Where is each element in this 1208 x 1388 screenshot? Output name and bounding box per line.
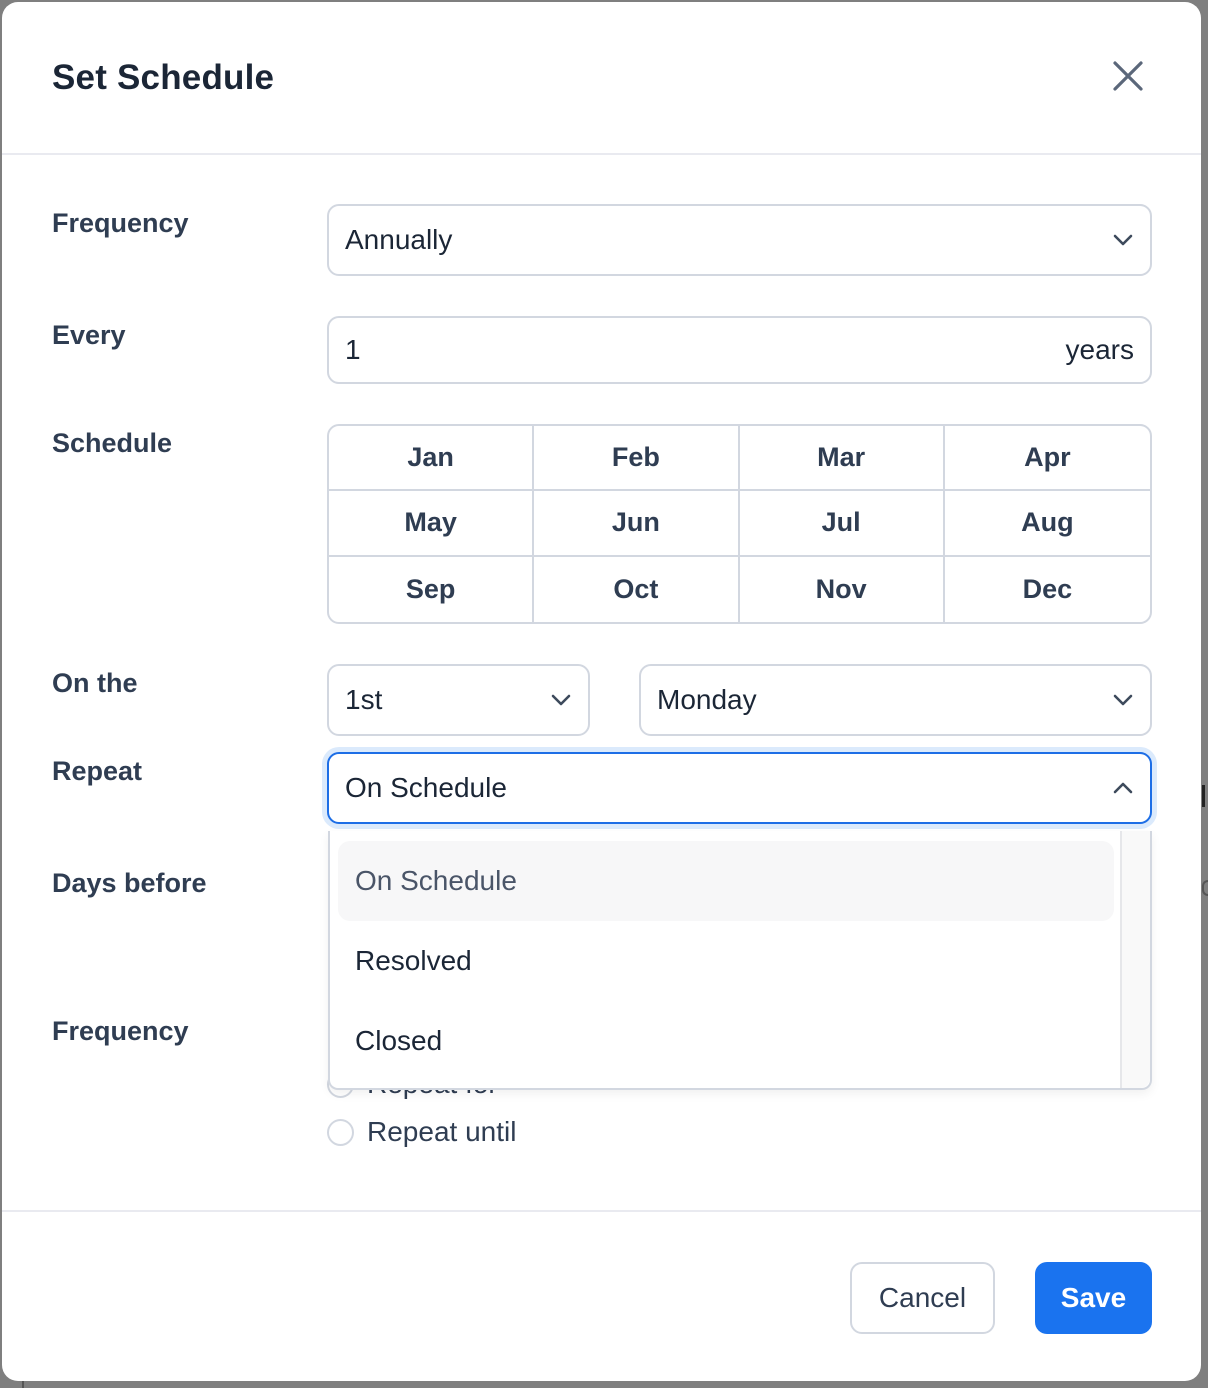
every-value: 1 (345, 334, 361, 365)
repeat-dropdown-menu: On Schedule Resolved Closed (328, 831, 1152, 1090)
month-aug[interactable]: Aug (944, 491, 1150, 557)
modal-footer: Cancel Save (2, 1210, 1201, 1381)
modal-title: Set Schedule (52, 58, 275, 97)
month-grid: Jan Feb Mar Apr May Jun Jul Aug Sep Oct … (327, 424, 1152, 624)
modal-header: Set Schedule (2, 2, 1201, 155)
backdrop-artifact (1202, 880, 1208, 896)
every-label: Every (52, 320, 126, 350)
repeat-select[interactable]: On Schedule (327, 752, 1152, 824)
chevron-down-icon (1112, 693, 1134, 707)
month-dec[interactable]: Dec (945, 557, 1150, 622)
option-closed[interactable]: Closed (338, 1001, 1114, 1081)
save-button[interactable]: Save (1035, 1262, 1152, 1334)
repeat-label: Repeat (52, 756, 143, 786)
close-button[interactable] (1108, 56, 1148, 96)
repeat-value: On Schedule (345, 772, 507, 803)
month-apr[interactable]: Apr (944, 426, 1150, 492)
radio-circle[interactable] (327, 1118, 354, 1146)
every-input[interactable]: 1 years (327, 316, 1152, 384)
cancel-button[interactable]: Cancel (850, 1262, 995, 1334)
month-feb[interactable]: Feb (534, 426, 740, 492)
month-oct[interactable]: Oct (534, 556, 740, 622)
frequency-label: Frequency (52, 208, 189, 238)
on-the-label: On the (52, 668, 138, 698)
radio-repeat-until[interactable]: Repeat until (327, 1116, 516, 1148)
end-frequency-label: Frequency (52, 1016, 189, 1046)
option-on-schedule[interactable]: On Schedule (338, 841, 1114, 921)
ordinal-select[interactable]: 1st (327, 664, 590, 736)
backdrop-artifact (22, 1380, 24, 1388)
every-unit-suffix: years (1065, 334, 1134, 365)
chevron-down-icon (1112, 233, 1134, 247)
frequency-select[interactable]: Annually (327, 204, 1152, 276)
month-jul[interactable]: Jul (739, 491, 945, 557)
month-mar[interactable]: Mar (739, 426, 945, 492)
month-nov[interactable]: Nov (740, 556, 945, 622)
weekday-value: Monday (657, 684, 757, 715)
days-before-label: Days before (52, 868, 207, 898)
frequency-value: Annually (345, 224, 453, 255)
chevron-down-icon (550, 693, 572, 707)
repeat-options-list: On Schedule Resolved Closed (330, 831, 1122, 1088)
close-icon (1113, 61, 1143, 91)
chevron-up-icon (1112, 781, 1134, 795)
radio-repeat-until-label: Repeat until (367, 1116, 517, 1147)
ordinal-value: 1st (345, 684, 383, 715)
month-jan[interactable]: Jan (329, 426, 535, 492)
weekday-select[interactable]: Monday (639, 664, 1152, 736)
backdrop-artifact (1202, 785, 1205, 807)
schedule-label: Schedule (52, 428, 173, 458)
set-schedule-modal: Set Schedule Frequency Annually Every 1 … (2, 2, 1201, 1381)
month-sep[interactable]: Sep (329, 556, 535, 622)
month-jun[interactable]: Jun (534, 491, 740, 557)
month-may[interactable]: May (329, 491, 535, 557)
option-resolved[interactable]: Resolved (338, 921, 1114, 1001)
dropdown-scrollbar[interactable] (1120, 831, 1150, 1088)
